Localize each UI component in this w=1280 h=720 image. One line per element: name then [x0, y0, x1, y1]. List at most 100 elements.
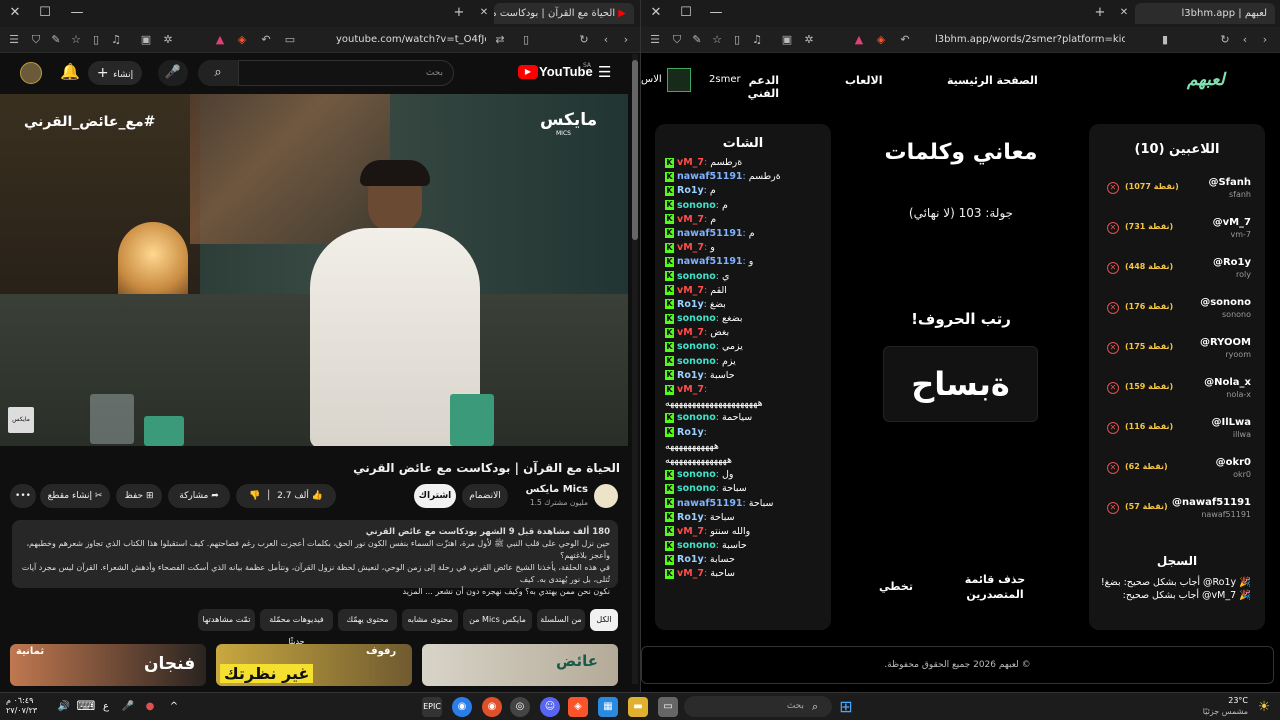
chip-recent[interactable]: فيديوهات محمّلة حديثًا: [260, 609, 333, 646]
chat-username[interactable]: Ro1y: [677, 427, 704, 438]
translate-icon[interactable]: ⇄: [492, 32, 508, 48]
chat-username[interactable]: Ro1y: [677, 554, 704, 565]
store-icon[interactable]: ▦: [598, 697, 618, 717]
bell-icon[interactable]: 🔔: [60, 62, 80, 81]
nav-extra[interactable]: الاس: [641, 74, 662, 85]
windows-start-icon[interactable]: ⊞: [836, 697, 856, 717]
address-bar[interactable]: youtube.com/watch?v=t_O4fJozLdU: [336, 32, 486, 48]
screenshot-icon[interactable]: ▣: [138, 32, 154, 48]
music-icon[interactable]: ♫: [749, 32, 765, 48]
extensions-icon[interactable]: ✲: [801, 32, 817, 48]
chat-username[interactable]: nawaf51191: [677, 171, 743, 182]
volume-icon[interactable]: 🔊: [54, 697, 74, 717]
chat-username[interactable]: vM_7: [677, 214, 704, 225]
tab-youtube[interactable]: ▶ الحياة مع القرآن | بودكاست مع ع...: [494, 3, 634, 24]
video-player[interactable]: #مع_عائض_القرني مايكس MICS مايكس: [0, 94, 628, 446]
reload-icon[interactable]: ↻: [1217, 32, 1233, 48]
chat-username[interactable]: vM_7: [677, 327, 704, 338]
chat-username[interactable]: Ro1y: [677, 512, 704, 523]
chrome-icon[interactable]: ◉: [452, 697, 472, 717]
chip-all[interactable]: الكل: [590, 609, 618, 631]
chat-username[interactable]: nawaf51191: [677, 498, 743, 509]
chat-username[interactable]: sonono: [677, 412, 716, 423]
recording-icon[interactable]: ●: [140, 697, 160, 717]
chat-username[interactable]: sonono: [677, 313, 716, 324]
skip-button[interactable]: تخطي: [871, 580, 921, 593]
chip-for-you[interactable]: محتوى يهمّك: [338, 609, 397, 631]
like-icon[interactable]: 👍: [312, 491, 323, 501]
chat-username[interactable]: sonono: [677, 271, 716, 282]
maximize-icon[interactable]: ☐: [677, 4, 695, 22]
cast-icon[interactable]: ▭: [282, 32, 298, 48]
nav-home[interactable]: الصفحة الرئيسية: [947, 74, 1038, 87]
chat-username[interactable]: vM_7: [677, 526, 704, 537]
youtube-logo-icon[interactable]: ▶: [518, 65, 538, 79]
close-tab-icon[interactable]: ✕: [1115, 4, 1133, 22]
new-tab-icon[interactable]: +: [450, 4, 468, 22]
chat-username[interactable]: vM_7: [677, 285, 704, 296]
site-logo[interactable]: لعبهم: [1187, 70, 1225, 90]
mic-icon[interactable]: 🎤: [118, 697, 138, 717]
epic-games-icon[interactable]: EPIC: [422, 697, 442, 717]
remove-player-icon[interactable]: ✕: [1107, 342, 1119, 354]
chat-username[interactable]: vM_7: [677, 157, 704, 168]
music-icon[interactable]: ♫: [108, 32, 124, 48]
screenshot-icon[interactable]: ▣: [779, 32, 795, 48]
taskbar-search-input[interactable]: بحث: [684, 696, 832, 717]
bookmark-icon[interactable]: ▮: [1157, 32, 1173, 48]
description-box[interactable]: 180 ألف مشاهدة قبل 9 الشهر بودكاست مع عا…: [12, 520, 618, 596]
mic-icon[interactable]: 🎤: [158, 60, 188, 86]
tab-l3bhm[interactable]: لعبهم | l3bhm.app: [1135, 3, 1275, 24]
remove-player-icon[interactable]: ✕: [1107, 382, 1119, 394]
overflow-chevron-icon[interactable]: ^: [164, 697, 184, 717]
share-button[interactable]: مشاركة ➦: [168, 484, 230, 508]
chip-watched[interactable]: تمّت مشاهدتها: [198, 609, 255, 631]
user-avatar[interactable]: [667, 68, 691, 92]
chat-username[interactable]: vM_7: [677, 568, 704, 579]
remove-player-icon[interactable]: ✕: [1107, 502, 1119, 514]
delete-leaderboard-button[interactable]: حذف قائمة المتصدرين: [959, 572, 1031, 602]
bookmark-icon[interactable]: ▯: [518, 32, 534, 48]
search-icon[interactable]: ⌕: [198, 60, 238, 86]
minimize-icon[interactable]: —: [707, 4, 725, 22]
shield-icon[interactable]: ⛉: [669, 32, 685, 48]
sidebar-icon[interactable]: ▯: [88, 32, 104, 48]
thumbnail[interactable]: رفوف غير نظرتك: [216, 644, 412, 686]
chat-username[interactable]: sonono: [677, 469, 716, 480]
chip-similar[interactable]: محتوى مشابه: [402, 609, 458, 631]
address-bar[interactable]: l3bhm.app/words/2smer?platform=kick: [935, 32, 1125, 48]
reload-icon[interactable]: ↻: [576, 32, 592, 48]
aria-icon[interactable]: ▲: [212, 32, 228, 48]
rewind-icon[interactable]: ↶: [258, 32, 274, 48]
maximize-icon[interactable]: ☐: [36, 4, 54, 22]
menu-icon[interactable]: ☰: [647, 32, 663, 48]
brave-shield-icon[interactable]: ◈: [873, 32, 889, 48]
aria-icon[interactable]: ▲: [851, 32, 867, 48]
chat-username[interactable]: sonono: [677, 200, 716, 211]
nav-support[interactable]: الدعم الفني: [721, 74, 779, 100]
remove-player-icon[interactable]: ✕: [1107, 302, 1119, 314]
task-view-icon[interactable]: ▭: [658, 697, 678, 717]
back-icon[interactable]: ‹: [1237, 32, 1253, 48]
rewind-icon[interactable]: ↶: [897, 32, 913, 48]
pen-icon[interactable]: ✎: [48, 32, 64, 48]
nav-games[interactable]: الالعاب: [845, 74, 883, 87]
pen-icon[interactable]: ✎: [689, 32, 705, 48]
search-input[interactable]: بحث: [238, 60, 454, 86]
remove-player-icon[interactable]: ✕: [1107, 182, 1119, 194]
forward-icon[interactable]: ›: [1257, 32, 1273, 48]
clip-button[interactable]: إنشاء مقطع ✂: [40, 484, 110, 508]
chat-username[interactable]: nawaf51191: [677, 228, 743, 239]
chat-username[interactable]: vM_7: [677, 242, 704, 253]
shield-icon[interactable]: ⛉: [28, 32, 44, 48]
new-tab-icon[interactable]: +: [1091, 4, 1109, 22]
chat-username[interactable]: sonono: [677, 483, 716, 494]
remove-player-icon[interactable]: ✕: [1107, 462, 1119, 474]
avatar[interactable]: [20, 62, 42, 84]
discord-icon[interactable]: ☺: [540, 697, 560, 717]
star-icon[interactable]: ☆: [709, 32, 725, 48]
weather-widget[interactable]: 23°C مشمس جزئيًا: [1200, 695, 1248, 717]
thumbnail[interactable]: ثمانية فنجان: [10, 644, 206, 686]
extensions-icon[interactable]: ✲: [160, 32, 176, 48]
hamburger-menu-icon[interactable]: ☰: [598, 63, 611, 81]
